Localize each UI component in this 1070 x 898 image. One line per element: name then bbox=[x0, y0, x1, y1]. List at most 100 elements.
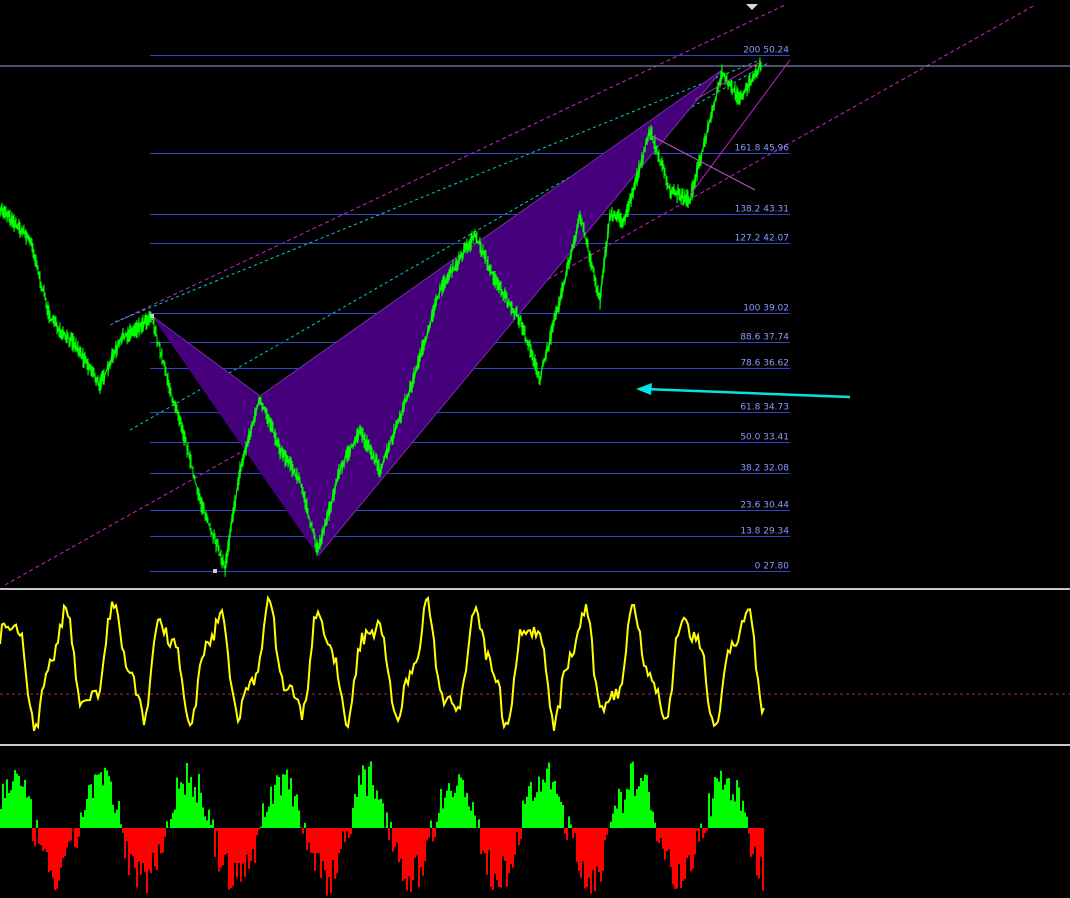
histogram-bar bbox=[734, 801, 736, 828]
histogram-bar bbox=[550, 789, 552, 828]
histogram-bar bbox=[262, 803, 264, 828]
histogram-bar bbox=[760, 828, 762, 857]
histogram-bar bbox=[332, 828, 334, 861]
histogram-bar bbox=[736, 780, 738, 828]
histogram-bar bbox=[156, 828, 158, 871]
histogram-bar bbox=[306, 828, 308, 850]
histogram-bar bbox=[318, 828, 320, 854]
histogram-bar bbox=[486, 828, 488, 875]
histogram-bar bbox=[286, 769, 288, 828]
histogram-bar bbox=[150, 828, 152, 874]
histogram-bar bbox=[574, 828, 576, 833]
histogram-bar bbox=[266, 811, 268, 828]
histogram-bar bbox=[442, 808, 444, 828]
histogram-bar bbox=[626, 788, 628, 828]
histogram-bar bbox=[250, 828, 252, 862]
histogram-bar bbox=[712, 798, 714, 828]
histogram-bar bbox=[38, 828, 40, 844]
histogram-pane[interactable] bbox=[0, 746, 1070, 898]
histogram-bar bbox=[222, 828, 224, 866]
histogram-bar bbox=[370, 761, 372, 828]
pattern-point-marker[interactable] bbox=[150, 314, 154, 318]
histogram-bar bbox=[456, 785, 458, 828]
histogram-bar bbox=[314, 828, 316, 871]
histogram-bar bbox=[176, 777, 178, 828]
fib-level-label: 161.8 45.96 bbox=[735, 144, 790, 154]
histogram-bar bbox=[68, 828, 70, 842]
histogram-bar bbox=[666, 828, 668, 852]
histogram-bar bbox=[394, 828, 396, 847]
price-chart-pane[interactable]: 200 50.24 161.8 45.96 138.2 43.31 127.2 42.… bbox=[0, 0, 1070, 588]
histogram-bar bbox=[58, 828, 60, 881]
wedge-line-lower[interactable] bbox=[689, 59, 791, 196]
histogram-bar bbox=[664, 828, 666, 860]
histogram-bar bbox=[32, 828, 34, 842]
histogram-bar bbox=[380, 798, 382, 828]
triangle-down-icon[interactable] bbox=[746, 4, 758, 10]
histogram-bar bbox=[416, 828, 418, 856]
histogram-bar bbox=[230, 828, 232, 889]
histogram-bar bbox=[288, 789, 290, 828]
histogram-bar bbox=[86, 799, 88, 828]
histogram-chart[interactable] bbox=[0, 746, 1070, 898]
histogram-bar bbox=[34, 828, 36, 847]
histogram-bar bbox=[100, 772, 102, 828]
histogram-bar bbox=[70, 828, 72, 841]
histogram-bar bbox=[346, 828, 348, 831]
histogram-bar bbox=[298, 810, 300, 828]
histogram-bar bbox=[352, 808, 354, 828]
histogram-bar bbox=[382, 803, 384, 828]
histogram-bar bbox=[278, 777, 280, 828]
histogram-bar bbox=[122, 828, 124, 834]
histogram-bar bbox=[178, 788, 180, 828]
oscillator-chart[interactable] bbox=[0, 590, 1070, 744]
histogram-bar bbox=[148, 828, 150, 870]
histogram-bar bbox=[650, 810, 652, 828]
histogram-bar bbox=[536, 792, 538, 828]
fib-level-label: 200 50.24 bbox=[743, 46, 789, 56]
histogram-bar bbox=[140, 828, 142, 875]
histogram-bar bbox=[358, 775, 360, 828]
histogram-bar bbox=[118, 801, 120, 828]
histogram-bar bbox=[310, 828, 312, 853]
histogram-bar bbox=[508, 828, 510, 874]
histogram-bar bbox=[762, 828, 764, 891]
histogram-bar bbox=[750, 828, 752, 857]
histogram-bar bbox=[580, 828, 582, 878]
histogram-bar bbox=[242, 828, 244, 864]
histogram-bar bbox=[546, 768, 548, 828]
histogram-bar bbox=[344, 828, 346, 843]
histogram-bar bbox=[302, 828, 304, 834]
histogram-bar bbox=[326, 828, 328, 896]
histogram-bar bbox=[334, 828, 336, 879]
pattern-point-marker[interactable] bbox=[213, 569, 217, 573]
histogram-bar bbox=[204, 816, 206, 828]
histogram-bar bbox=[716, 778, 718, 828]
histogram-bar bbox=[566, 828, 568, 840]
oscillator-pane[interactable] bbox=[0, 590, 1070, 744]
histogram-bar bbox=[434, 828, 436, 838]
histogram-bar bbox=[188, 782, 190, 828]
histogram-bar bbox=[690, 828, 692, 872]
histogram-bar bbox=[192, 796, 194, 828]
histogram-bar bbox=[22, 786, 24, 828]
histogram-bar bbox=[554, 780, 556, 828]
histogram-bar bbox=[268, 806, 270, 828]
histogram-bar bbox=[292, 806, 294, 828]
histogram-bar bbox=[342, 828, 344, 832]
histogram-bar bbox=[384, 827, 386, 828]
histogram-bar bbox=[424, 828, 426, 862]
histogram-bar bbox=[462, 779, 464, 828]
histogram-bar bbox=[710, 816, 712, 828]
histogram-bar bbox=[16, 773, 18, 828]
price-chart[interactable]: 200 50.24 161.8 45.96 138.2 43.31 127.2 42.… bbox=[0, 0, 1070, 588]
histogram-bar bbox=[56, 828, 58, 889]
histogram-bar bbox=[364, 769, 366, 828]
histogram-bar bbox=[680, 828, 682, 889]
histogram-bar bbox=[590, 828, 592, 894]
histogram-bar bbox=[464, 797, 466, 828]
fib-level-label: 23.6 30.44 bbox=[740, 501, 789, 511]
histogram-bar bbox=[452, 797, 454, 828]
histogram-bar bbox=[726, 778, 728, 828]
histogram-bar bbox=[166, 821, 168, 828]
